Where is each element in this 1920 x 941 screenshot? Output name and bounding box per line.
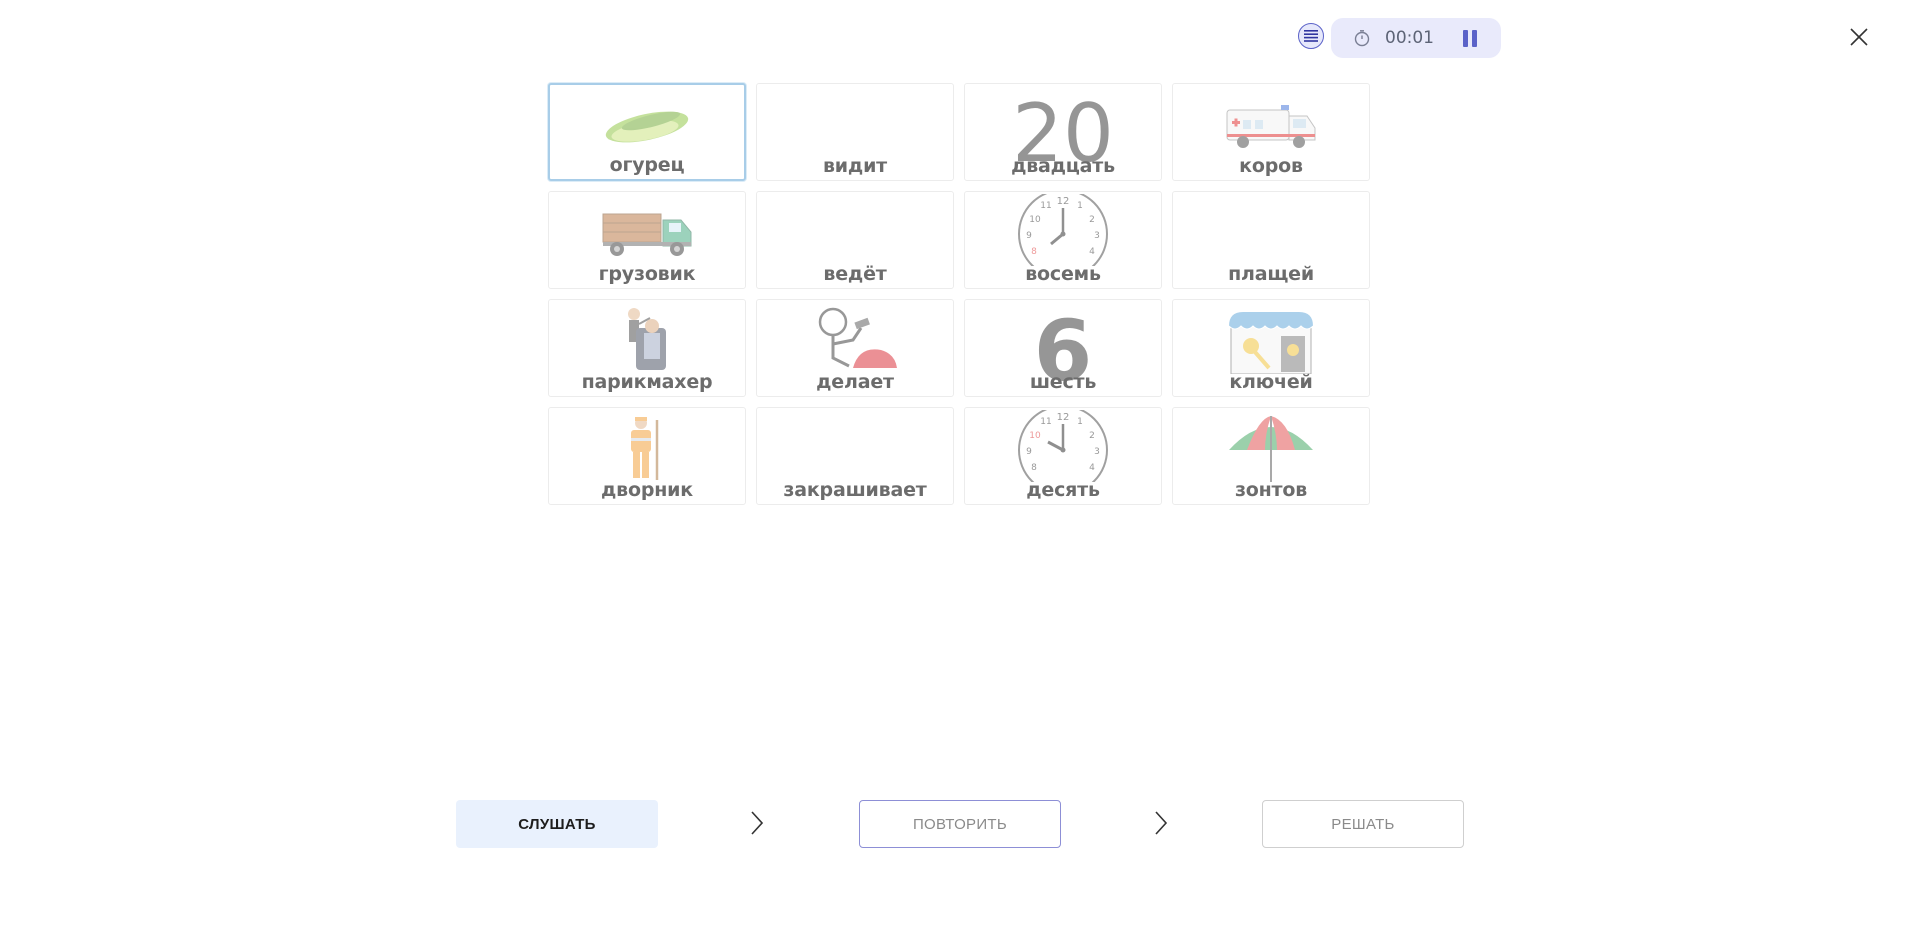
card-word: восемь [1025,263,1101,285]
card-word: десять [1026,479,1100,501]
svg-text:9: 9 [1026,231,1032,241]
svg-text:8: 8 [1031,463,1037,473]
card-word: плащей [1228,263,1314,285]
svg-text:11: 11 [1040,201,1051,211]
svg-text:1: 1 [1077,417,1083,427]
hairdresser-picture [549,306,745,374]
svg-text:2: 2 [1089,431,1095,441]
number-picture: 20 [1012,87,1114,180]
svg-text:1: 1 [1077,201,1083,211]
janitor-picture [549,414,745,482]
svg-text:12: 12 [1057,196,1070,207]
svg-text:11: 11 [1040,417,1051,427]
timer-value: 00:01 [1385,28,1434,48]
card-word: ведёт [823,263,887,285]
word-card[interactable]: ключей [1172,299,1370,397]
svg-text:8: 8 [1031,247,1037,257]
word-card[interactable]: закрашивает [756,407,954,505]
word-card[interactable]: 20 двадцать [964,83,1162,181]
umbrella-picture [1173,414,1369,482]
card-word: делает [816,371,894,393]
chevron-right-icon [751,811,764,835]
card-word: шесть [1029,371,1097,393]
word-card[interactable]: коров [1172,83,1370,181]
pause-button[interactable] [1463,29,1477,47]
repeat-button[interactable]: ПОВТОРИТЬ [859,800,1061,848]
word-card[interactable]: огурец [548,83,746,181]
word-card[interactable]: ведёт [756,191,954,289]
close-icon[interactable] [1848,26,1870,48]
card-word: зонтов [1234,479,1308,501]
clock-picture: 12 1 2 3 4 8 9 10 11 [965,194,1161,266]
card-word: видит [822,155,887,177]
card-word: двадцать [1011,155,1115,177]
card-word: огурец [609,154,685,176]
svg-text:10: 10 [1029,215,1041,225]
word-card[interactable]: 12 1 2 3 4 8 9 10 11 восемь [964,191,1162,289]
svg-text:4: 4 [1089,247,1095,257]
word-card[interactable]: 6 шесть [964,299,1162,397]
clock-picture: 12 1 2 3 4 8 9 10 11 [965,410,1161,482]
chevron-right-icon [1155,811,1168,835]
word-card[interactable]: парикмахер [548,299,746,397]
word-card[interactable]: дворник [548,407,746,505]
card-word: ключей [1229,371,1313,393]
card-word: закрашивает [783,479,927,501]
pause-icon [1463,29,1468,47]
svg-text:2: 2 [1089,215,1095,225]
cucumber-picture [550,91,744,159]
card-word: коров [1239,155,1303,177]
truck-picture [549,198,745,266]
listen-button[interactable]: СЛУШАТЬ [456,800,658,848]
svg-text:4: 4 [1089,463,1095,473]
word-grid: огурец видит 20 двадцать коров грузовик … [548,83,1370,505]
word-card[interactable]: делает [756,299,954,397]
svg-text:9: 9 [1026,447,1032,457]
number-picture: 6 [1033,302,1093,397]
card-word: парикмахер [581,371,713,393]
stopwatch-icon [1353,29,1371,47]
ambulance-picture [1173,90,1369,158]
word-card[interactable]: зонтов [1172,407,1370,505]
word-card[interactable]: 12 1 2 3 4 8 9 10 11 десять [964,407,1162,505]
word-card[interactable]: плащей [1172,191,1370,289]
svg-text:3: 3 [1094,231,1100,241]
list-button[interactable] [1298,23,1324,49]
list-icon [1304,30,1318,42]
word-card[interactable]: видит [756,83,954,181]
key-shop-picture [1173,306,1369,374]
solve-button[interactable]: РЕШАТЬ [1262,800,1464,848]
card-word: грузовик [598,263,696,285]
person-hammering-picture [757,306,953,374]
svg-text:10: 10 [1029,431,1041,441]
word-card[interactable]: грузовик [548,191,746,289]
card-word: дворник [601,479,693,501]
svg-text:3: 3 [1094,447,1100,457]
svg-text:12: 12 [1057,412,1070,423]
timer-panel: 00:01 [1331,18,1501,58]
